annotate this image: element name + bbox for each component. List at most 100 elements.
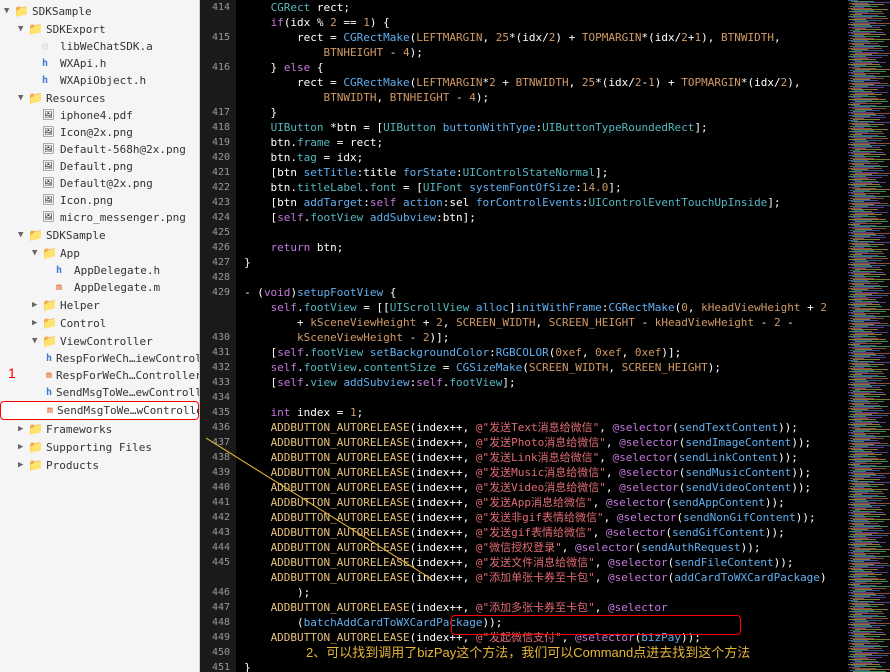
code-line[interactable]: return btn; bbox=[244, 240, 848, 255]
code-line[interactable]: ADDBUTTON_AUTORELEASE(index++, @"发送文件消息给… bbox=[244, 555, 848, 570]
tree-item[interactable]: mRespForWeCh…Controller.mm bbox=[0, 367, 199, 384]
tree-item[interactable]: ▶📁Products bbox=[0, 456, 199, 474]
code-line[interactable]: } bbox=[244, 105, 848, 120]
file-icon: 📁 bbox=[42, 316, 56, 330]
tree-item[interactable]: hRespForWeCh…iewController.h bbox=[0, 350, 199, 367]
code-line[interactable]: CGRect rect; bbox=[244, 0, 848, 15]
disclosure-icon[interactable]: ▶ bbox=[32, 300, 42, 310]
code-line[interactable]: } bbox=[244, 660, 848, 672]
tree-item-label: Control bbox=[60, 317, 106, 330]
disclosure-icon[interactable]: ▼ bbox=[32, 248, 42, 258]
code-line[interactable]: ADDBUTTON_AUTORELEASE(index++, @"发起微信支付"… bbox=[244, 630, 848, 645]
code-line[interactable]: ADDBUTTON_AUTORELEASE(index++, @"发送非gif表… bbox=[244, 510, 848, 525]
code-line[interactable]: } else { bbox=[244, 60, 848, 75]
tree-item[interactable]: ▼📁SDKExport bbox=[0, 20, 199, 38]
disclosure-icon[interactable]: ▼ bbox=[18, 93, 28, 103]
code-line[interactable]: rect = CGRectMake(LEFTMARGIN, 25*(idx/2)… bbox=[244, 30, 848, 45]
line-number: 446 bbox=[212, 585, 230, 600]
disclosure-icon[interactable]: ▶ bbox=[18, 442, 28, 452]
code-line[interactable]: btn.frame = rect; bbox=[244, 135, 848, 150]
line-number: 439 bbox=[212, 465, 230, 480]
code-line[interactable] bbox=[244, 390, 848, 405]
tree-item-label: AppDelegate.m bbox=[74, 281, 160, 294]
code-line[interactable] bbox=[244, 270, 848, 285]
code-line[interactable]: [self.footView addSubview:btn]; bbox=[244, 210, 848, 225]
code-line[interactable]: kSceneViewHeight - 2)]; bbox=[244, 330, 848, 345]
tree-item[interactable]: hAppDelegate.h bbox=[0, 262, 199, 279]
tree-item[interactable]: 🖼micro_messenger.png bbox=[0, 209, 199, 226]
code-line[interactable]: int index = 1; bbox=[244, 405, 848, 420]
tree-item-label: ViewController bbox=[60, 335, 153, 348]
code-line[interactable]: ADDBUTTON_AUTORELEASE(index++, @"微信授权登录"… bbox=[244, 540, 848, 555]
code-line[interactable]: btn.titleLabel.font = [UIFont systemFont… bbox=[244, 180, 848, 195]
code-line[interactable]: BTNHEIGHT - 4); bbox=[244, 45, 848, 60]
code-line[interactable]: ADDBUTTON_AUTORELEASE(index++, @"发送App消息… bbox=[244, 495, 848, 510]
tree-item[interactable]: ▼📁App bbox=[0, 244, 199, 262]
disclosure-icon[interactable]: ▼ bbox=[18, 24, 28, 34]
code-line[interactable]: [self.footView setBackgroundColor:RGBCOL… bbox=[244, 345, 848, 360]
tree-item[interactable]: 🖼Default@2x.png bbox=[0, 175, 199, 192]
tree-item-label: SDKSample bbox=[32, 5, 92, 18]
minimap[interactable] bbox=[848, 0, 890, 672]
code-line[interactable]: } bbox=[244, 255, 848, 270]
tree-item[interactable]: ▶📁 Helper bbox=[0, 296, 199, 314]
code-line[interactable]: (batchAddCardToWXCardPackage)); bbox=[244, 615, 848, 630]
tree-item[interactable]: ▼📁ViewController bbox=[0, 332, 199, 350]
code-line[interactable]: - (void)setupFootView { bbox=[244, 285, 848, 300]
tree-item[interactable]: mAppDelegate.m bbox=[0, 279, 199, 296]
disclosure-icon[interactable]: ▶ bbox=[18, 424, 28, 434]
code-line[interactable]: btn.tag = idx; bbox=[244, 150, 848, 165]
tree-item[interactable]: ▼📁SDKSample bbox=[0, 2, 199, 20]
line-number: 436 bbox=[212, 420, 230, 435]
code-line[interactable]: ADDBUTTON_AUTORELEASE(index++, @"发送Photo… bbox=[244, 435, 848, 450]
code-line[interactable]: ADDBUTTON_AUTORELEASE(index++, @"发送Link消… bbox=[244, 450, 848, 465]
code-line[interactable]: ADDBUTTON_AUTORELEASE(index++, @"发送Text消… bbox=[244, 420, 848, 435]
code-line[interactable]: rect = CGRectMake(LEFTMARGIN*2 + BTNWIDT… bbox=[244, 75, 848, 90]
code-editor[interactable]: 4144154164174184194204214224234244254264… bbox=[206, 0, 848, 672]
code-line[interactable] bbox=[244, 225, 848, 240]
file-icon: 📁 bbox=[42, 298, 56, 312]
code-line[interactable]: ADDBUTTON_AUTORELEASE(index++, @"添加多张卡券至… bbox=[244, 600, 848, 615]
code-line[interactable]: [self.view addSubview:self.footView]; bbox=[244, 375, 848, 390]
code-content[interactable]: CGRect rect; if(idx % 2 == 1) { rect = C… bbox=[236, 0, 848, 672]
tree-item[interactable]: 🖼iphone4.pdf bbox=[0, 107, 199, 124]
file-icon: ▤ bbox=[42, 41, 56, 52]
disclosure-icon[interactable]: ▶ bbox=[32, 318, 42, 328]
tree-item[interactable]: ▼📁Resources bbox=[0, 89, 199, 107]
code-line[interactable]: ADDBUTTON_AUTORELEASE(index++, @"添加单张卡券至… bbox=[244, 570, 848, 585]
tree-item[interactable]: 🖼Default.png bbox=[0, 158, 199, 175]
code-line[interactable]: + kSceneViewHeight + 2, SCREEN_WIDTH, SC… bbox=[244, 315, 848, 330]
tree-item[interactable]: ▶📁Supporting Files bbox=[0, 438, 199, 456]
code-line[interactable]: ADDBUTTON_AUTORELEASE(index++, @"发送Video… bbox=[244, 480, 848, 495]
tree-item[interactable]: ▶📁Frameworks bbox=[0, 420, 199, 438]
tree-item-label: RespForWeCh…iewController.h bbox=[56, 352, 200, 365]
code-line[interactable]: ADDBUTTON_AUTORELEASE(index++, @"发送Music… bbox=[244, 465, 848, 480]
disclosure-icon[interactable]: ▶ bbox=[18, 460, 28, 470]
disclosure-icon[interactable]: ▼ bbox=[32, 336, 42, 346]
tree-item[interactable]: hSendMsgToWe…ewController.h bbox=[0, 384, 199, 401]
tree-item[interactable]: hWXApiObject.h bbox=[0, 72, 199, 89]
code-line[interactable]: if(idx % 2 == 1) { bbox=[244, 15, 848, 30]
code-line[interactable]: ); bbox=[244, 585, 848, 600]
tree-item[interactable]: hWXApi.h bbox=[0, 55, 199, 72]
tree-item[interactable]: 🖼Icon@2x.png bbox=[0, 124, 199, 141]
code-line[interactable]: self.footView.contentSize = CGSizeMake(S… bbox=[244, 360, 848, 375]
tree-item[interactable]: 🖼Default-568h@2x.png bbox=[0, 141, 199, 158]
tree-item[interactable]: ▶📁 Control bbox=[0, 314, 199, 332]
code-line[interactable]: BTNWIDTH, BTNHEIGHT - 4); bbox=[244, 90, 848, 105]
code-line[interactable]: UIButton *btn = [UIButton buttonWithType… bbox=[244, 120, 848, 135]
disclosure-icon[interactable]: ▼ bbox=[4, 6, 14, 16]
disclosure-icon[interactable]: ▼ bbox=[18, 230, 28, 240]
tree-item-label: Helper bbox=[60, 299, 100, 312]
tree-item[interactable]: ▼📁SDKSample bbox=[0, 226, 199, 244]
tree-item[interactable]: ▤libWeChatSDK.a bbox=[0, 38, 199, 55]
code-line[interactable]: self.footView = [[UIScrollView alloc]ini… bbox=[244, 300, 848, 315]
file-navigator[interactable]: ▼📁SDKSample▼📁SDKExport▤libWeChatSDK.ahWX… bbox=[0, 0, 200, 672]
line-number: 435 bbox=[212, 405, 230, 420]
code-line[interactable]: [btn setTitle:title forState:UIControlSt… bbox=[244, 165, 848, 180]
tree-item[interactable]: mSendMsgToWe…wController.m bbox=[0, 401, 199, 420]
code-line[interactable]: [btn addTarget:self action:sel forContro… bbox=[244, 195, 848, 210]
tree-item-label: RespForWeCh…Controller.mm bbox=[56, 369, 200, 382]
code-line[interactable]: ADDBUTTON_AUTORELEASE(index++, @"发送gif表情… bbox=[244, 525, 848, 540]
tree-item[interactable]: 🖼Icon.png bbox=[0, 192, 199, 209]
